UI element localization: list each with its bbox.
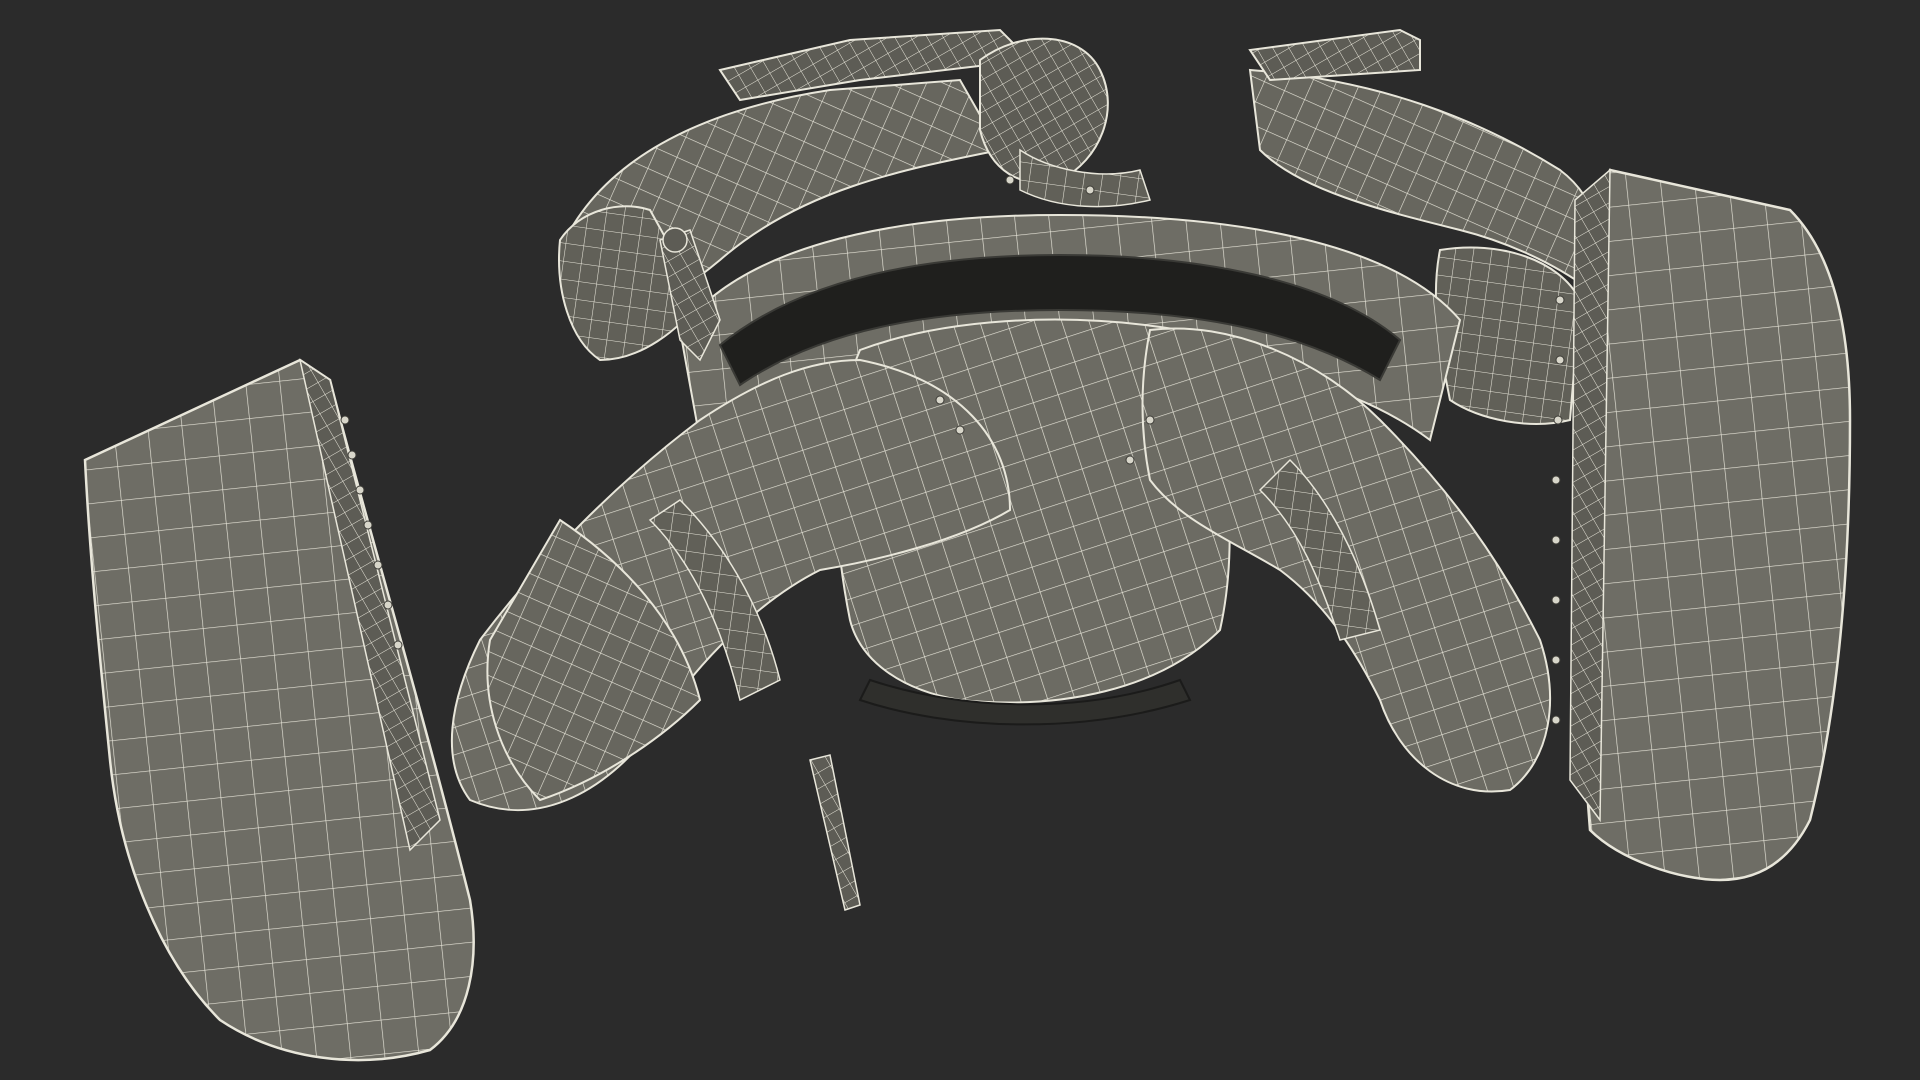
- wireframe-model: [83, 28, 1852, 1062]
- left-boot: [83, 358, 475, 1062]
- sword-scabbard-tip: [809, 754, 861, 911]
- head: [979, 37, 1151, 208]
- right-boot: [1569, 168, 1852, 882]
- 3d-viewport[interactable]: [0, 0, 1920, 1080]
